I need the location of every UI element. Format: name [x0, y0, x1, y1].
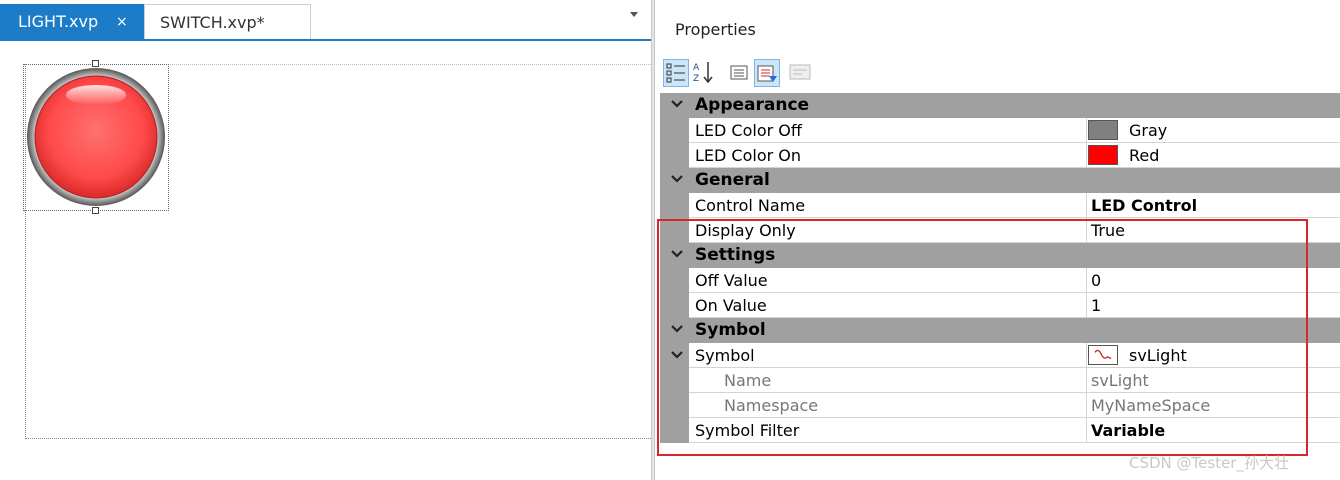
led-control[interactable]	[26, 67, 166, 207]
categorized-icon[interactable]	[663, 59, 689, 87]
close-icon[interactable]: ×	[116, 4, 128, 40]
svg-text:Z: Z	[693, 74, 699, 84]
properties-toolbar: A Z	[660, 59, 860, 89]
category-appearance[interactable]: Appearance	[660, 93, 1340, 118]
property-name: Control Name	[695, 196, 806, 215]
tab-bar: LIGHT.xvp × SWITCH.xvp*	[0, 0, 651, 40]
chevron-down-icon[interactable]	[669, 96, 685, 112]
resize-handle-bottom[interactable]	[92, 207, 99, 214]
color-swatch	[1088, 145, 1118, 165]
category-label: Appearance	[695, 95, 810, 115]
category-general[interactable]: General	[660, 168, 1340, 193]
property-pages-icon[interactable]	[727, 59, 753, 87]
highlight-annotation	[657, 219, 1308, 456]
category-label: General	[695, 170, 770, 190]
chevron-down-icon[interactable]	[669, 171, 685, 187]
tab-label: SWITCH.xvp*	[160, 13, 265, 32]
property-name: LED Color On	[695, 146, 802, 165]
tab-light-xvp[interactable]: LIGHT.xvp ×	[0, 4, 144, 40]
property-row[interactable]: LED Color Off Gray	[660, 118, 1340, 143]
disabled-icon	[788, 59, 814, 87]
property-name: LED Color Off	[695, 121, 802, 140]
svg-text:A: A	[693, 63, 700, 73]
property-value[interactable]: Red	[1087, 143, 1340, 168]
property-row[interactable]: LED Color On Red	[660, 143, 1340, 168]
watermark: CSDN @Tester_孙大壮	[1129, 454, 1289, 472]
property-row[interactable]: Control Name LED Control	[660, 193, 1340, 218]
tab-underline	[0, 39, 651, 41]
color-swatch	[1088, 120, 1118, 140]
resize-handle-top[interactable]	[92, 60, 99, 67]
property-value[interactable]: LED Control	[1087, 193, 1340, 218]
panel-title: Properties	[675, 20, 756, 39]
alphabetical-icon[interactable]: A Z	[691, 59, 717, 87]
tab-overflow-icon[interactable]	[630, 12, 638, 17]
property-value[interactable]: Gray	[1087, 118, 1340, 143]
tab-switch-xvp[interactable]: SWITCH.xvp*	[144, 4, 311, 40]
editor-pane: LIGHT.xvp × SWITCH.xvp*	[0, 0, 651, 480]
events-icon[interactable]	[754, 59, 780, 87]
tab-label: LIGHT.xvp	[18, 12, 99, 31]
